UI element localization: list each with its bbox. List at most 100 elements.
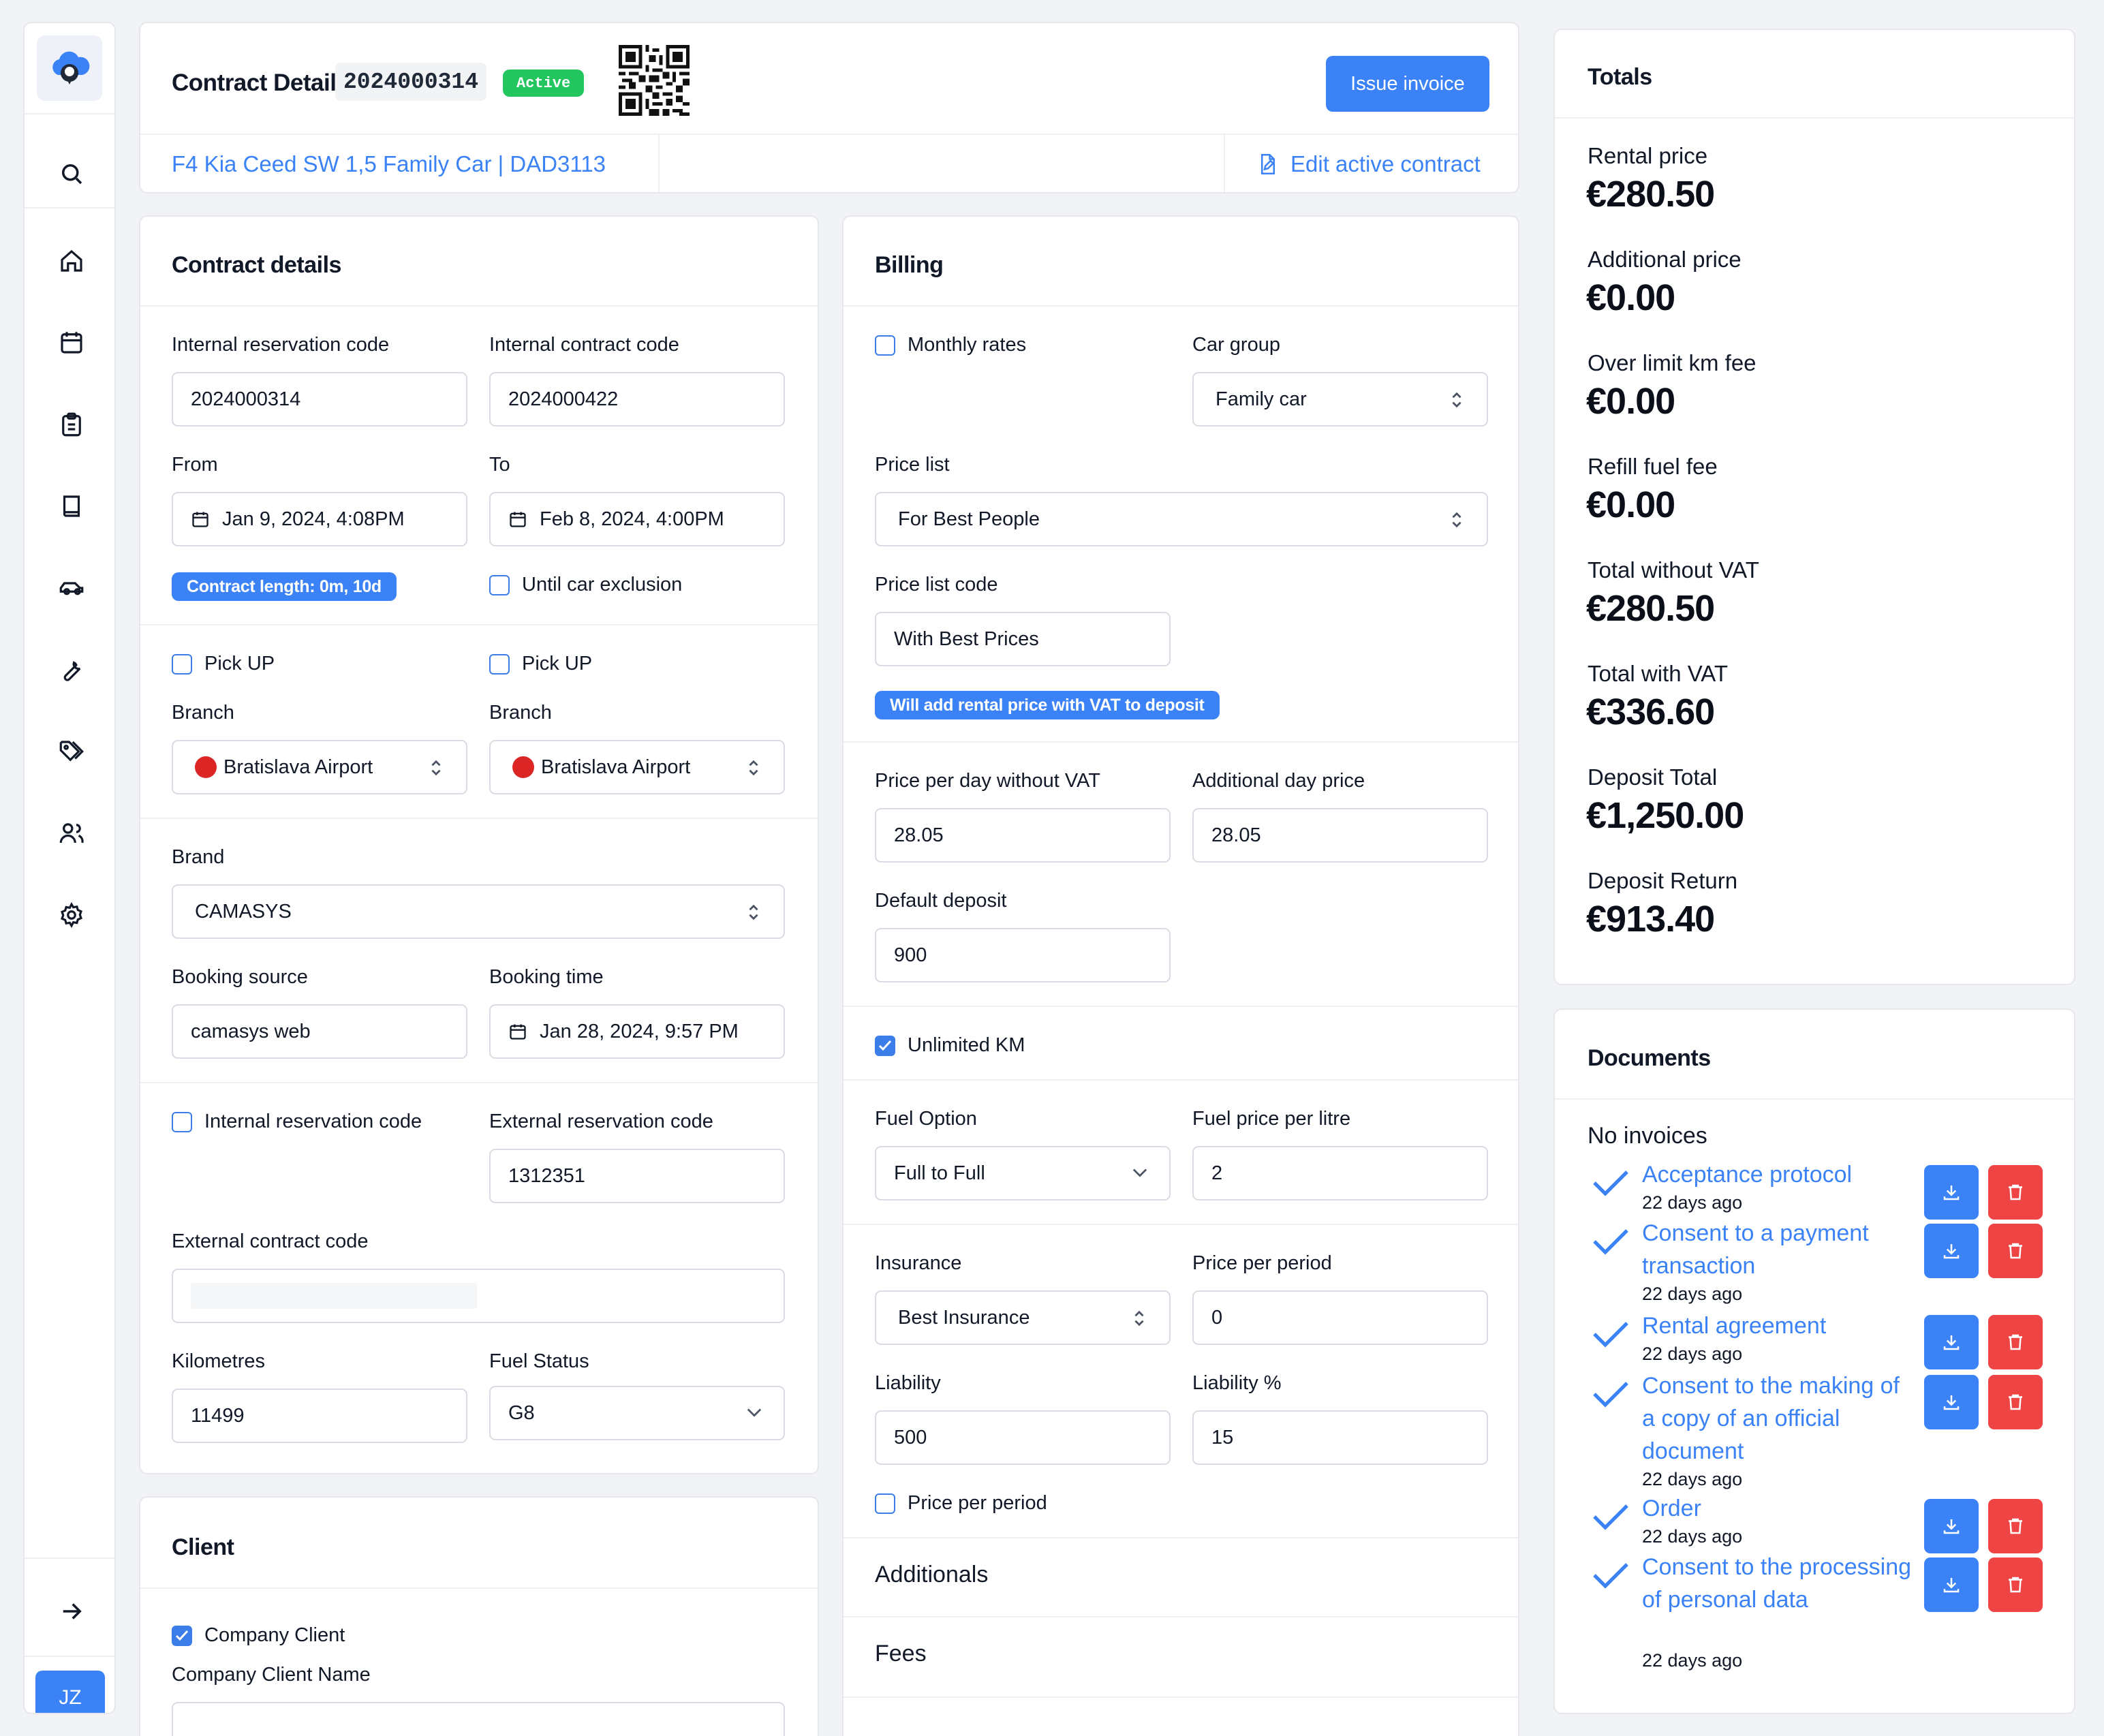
external-contract-code-input[interactable] [172,1269,785,1323]
search-icon[interactable] [57,159,86,188]
totals-title: Totals [1588,64,1652,90]
document-timestamp: 22 days ago [1642,1344,1743,1364]
delete-button[interactable] [1988,1499,2043,1553]
unlimited-km-checkbox[interactable] [875,1036,895,1056]
price-list-code-input[interactable]: With Best Prices [875,612,1171,666]
trash-icon [2009,1394,2022,1410]
contract-header: Contract Detail 2024000314 Active Issue … [139,22,1519,193]
chevron-down-icon [747,1408,762,1417]
issue-invoice-button[interactable]: Issue invoice [1326,56,1489,112]
kilometres-input[interactable]: 11499 [172,1389,467,1443]
to-date-input[interactable]: Feb 8, 2024, 4:00PM [489,492,785,546]
user-avatar[interactable]: JZ [35,1671,105,1713]
document-link[interactable]: Consent to the making of a copy of an of… [1642,1369,1915,1468]
trash-icon [2009,1184,2022,1200]
delete-button[interactable] [1988,1557,2043,1612]
contract-details-card: Contract details Internal reservation co… [139,215,819,1474]
from-date-input[interactable]: Jan 9, 2024, 4:08PM [172,492,467,546]
external-reservation-code-input[interactable]: 1312351 [489,1149,785,1203]
contract-number: 2024000314 [335,63,487,101]
home-icon[interactable] [57,247,86,275]
price-per-period-checkbox[interactable] [875,1493,895,1514]
delete-button[interactable] [1988,1224,2043,1278]
kilometres-label: Kilometres [172,1350,265,1372]
monthly-rates-checkbox[interactable] [875,335,895,356]
client-title: Client [172,1534,234,1560]
fuel-option-label: Fuel Option [875,1108,977,1130]
download-icon [1943,1578,1960,1593]
branch-select-right[interactable]: Bratislava Airport [489,740,785,794]
branch-dot [195,756,217,778]
document-timestamp: 22 days ago [1642,1469,1743,1489]
document-link[interactable]: Acceptance protocol [1642,1158,1915,1191]
liability-pct-input[interactable]: 15 [1192,1410,1488,1465]
download-button[interactable] [1924,1224,1979,1278]
wrench-icon[interactable] [57,655,86,684]
download-icon [1943,1244,1960,1259]
document-link[interactable]: Order [1642,1492,1915,1525]
download-button[interactable] [1924,1557,1979,1612]
fuel-option-select[interactable]: Full to Full [875,1146,1171,1200]
fuel-status-label: Fuel Status [489,1350,589,1372]
download-button[interactable] [1924,1499,1979,1553]
users-icon[interactable] [57,819,86,848]
internal-reservation-code-input[interactable]: 2024000314 [172,372,467,427]
download-button[interactable] [1924,1375,1979,1429]
qr-code-icon[interactable] [619,45,690,116]
company-client-name-input[interactable] [172,1702,785,1736]
fees-section[interactable]: Fees [875,1641,927,1667]
car-icon[interactable] [57,574,86,602]
fuel-status-select[interactable]: G8 [489,1386,785,1440]
document-link[interactable]: Consent to the processing of personal da… [1642,1551,1915,1616]
to-label: To [489,454,510,476]
arrow-right-icon[interactable] [57,1597,86,1626]
insurance-select[interactable]: Best Insurance [875,1290,1171,1345]
total-label: Deposit Total [1588,764,1718,790]
pickup-checkbox-left[interactable] [172,654,192,675]
total-value: €0.00 [1586,277,1675,318]
cloud-car-logo-icon [52,51,90,84]
edit-contract-link[interactable]: Edit active contract [1258,151,1481,177]
pickup-checkbox-right[interactable] [489,654,510,675]
total-label: Rental price [1588,143,1708,168]
download-button[interactable] [1924,1165,1979,1220]
total-label: Total with VAT [1588,661,1729,686]
price-per-period-input[interactable]: 0 [1192,1290,1488,1345]
document-link[interactable]: Rental agreement [1642,1309,1915,1342]
updown-chevron-icon [1134,1310,1144,1327]
calendar-icon[interactable] [57,328,86,357]
external-reservation-code-label: External reservation code [489,1111,713,1132]
until-car-exclusion-checkbox[interactable] [489,575,510,595]
booking-time-input[interactable]: Jan 28, 2024, 9:57 PM [489,1004,785,1059]
tags-icon[interactable] [57,737,86,766]
liability-input[interactable]: 500 [875,1410,1171,1465]
app-logo[interactable] [37,35,102,101]
check-icon [1593,1504,1628,1530]
delete-button[interactable] [1988,1375,2043,1429]
delete-button[interactable] [1988,1165,2043,1220]
additionals-section[interactable]: Additionals [875,1562,988,1588]
car-group-select[interactable]: Family car [1192,372,1488,427]
delete-button[interactable] [1988,1315,2043,1369]
branch-select-left[interactable]: Bratislava Airport [172,740,467,794]
internal-contract-code-input[interactable]: 2024000422 [489,372,785,427]
gear-icon[interactable] [57,901,86,929]
price-list-select[interactable]: For Best People [875,492,1488,546]
fuel-price-input[interactable]: 2 [1192,1146,1488,1200]
download-button[interactable] [1924,1315,1979,1369]
internal-reservation-checkbox[interactable] [172,1112,192,1132]
book-icon[interactable] [57,492,86,521]
document-link[interactable]: Consent to a payment transaction [1642,1217,1915,1282]
brand-select[interactable]: CAMASYS [172,884,785,939]
default-deposit-input[interactable]: 900 [875,928,1171,982]
price-per-day-label: Price per day without VAT [875,770,1100,792]
price-list-label: Price list [875,454,950,476]
car-link[interactable]: F4 Kia Ceed SW 1,5 Family Car | DAD3113 [172,151,606,177]
trash-icon [2009,1518,2022,1534]
price-per-day-input[interactable]: 28.05 [875,808,1171,863]
additional-day-price-input[interactable]: 28.05 [1192,808,1488,863]
check-icon [1593,1171,1628,1196]
clipboard-icon[interactable] [57,410,86,439]
booking-source-input[interactable]: camasys web [172,1004,467,1059]
company-client-checkbox[interactable] [172,1626,192,1646]
